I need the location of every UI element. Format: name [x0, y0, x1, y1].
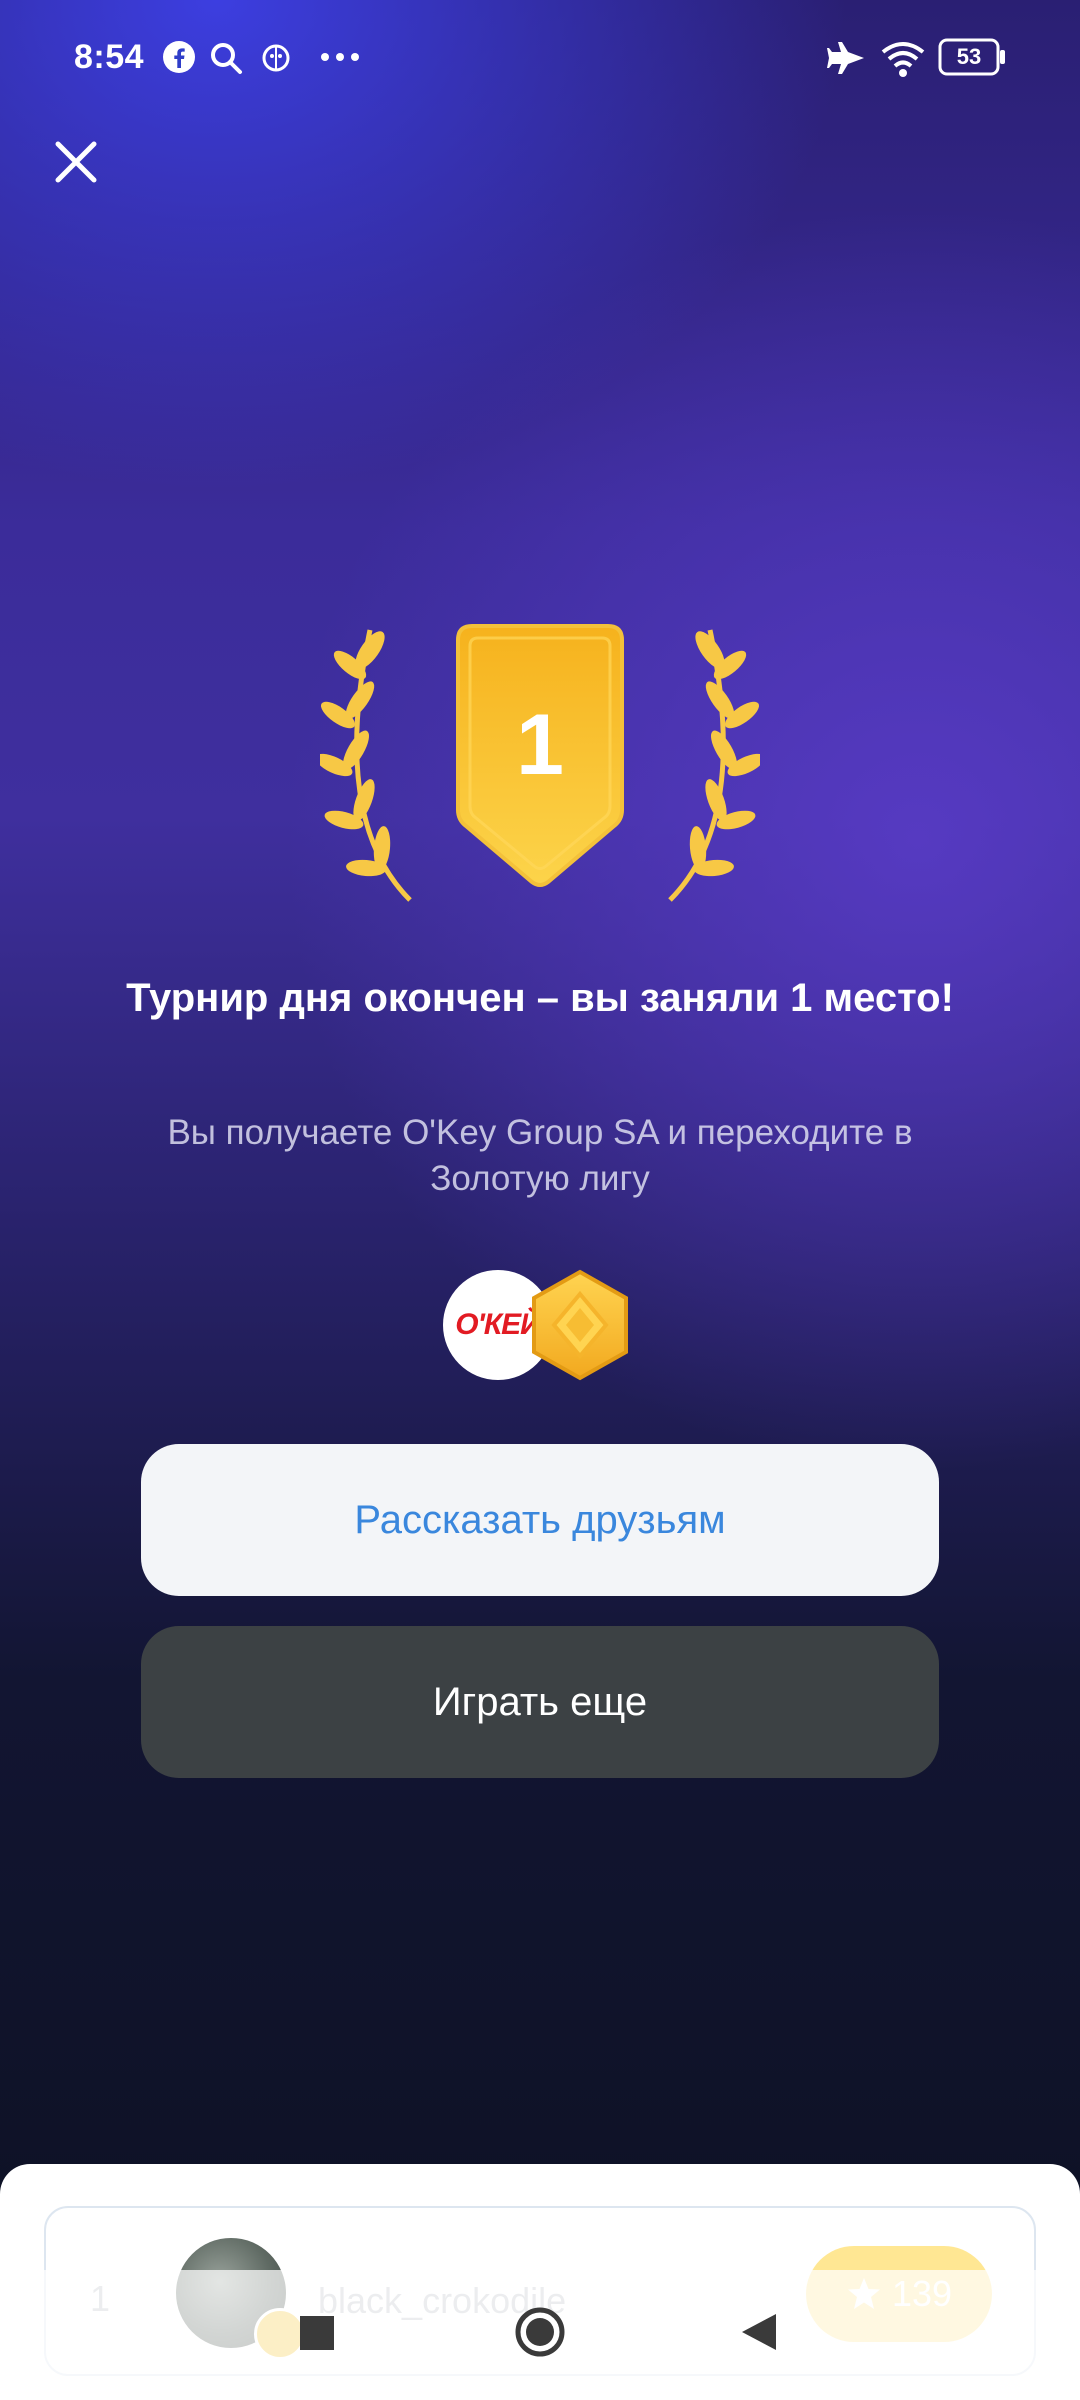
share-button[interactable]: Рассказать друзьям [141, 1444, 939, 1596]
home-button[interactable] [514, 2306, 566, 2358]
bug-icon [258, 40, 294, 76]
result-subtitle: Вы получаете O'Key Group SA и переходите… [167, 1113, 913, 1198]
gold-league-icon [528, 1268, 632, 1382]
search-icon [208, 40, 244, 76]
close-icon[interactable] [44, 130, 108, 194]
system-nav-bar [0, 2270, 1080, 2400]
battery-level: 53 [956, 44, 982, 69]
status-bar: 8:54 53 [0, 0, 1080, 120]
play-again-button[interactable]: Играть еще [141, 1626, 939, 1778]
close-button[interactable] [44, 130, 108, 194]
circle-icon[interactable] [514, 2306, 566, 2358]
place-trophy: 1 [320, 620, 760, 910]
back-button[interactable] [740, 2312, 778, 2352]
reward-badges: О'КЕЙ [443, 1268, 633, 1383]
back-triangle-icon[interactable] [740, 2312, 778, 2352]
airplane-icon [826, 40, 866, 76]
more-dots-icon [320, 52, 360, 62]
battery-icon: 53 [938, 38, 1006, 76]
wifi-icon [880, 40, 926, 78]
square-icon[interactable] [298, 2314, 336, 2352]
status-time: 8:54 [74, 38, 145, 76]
result-title: Турнир дня окончен – вы заняли 1 место! [126, 976, 954, 1020]
facebook-icon [162, 40, 196, 74]
place-number: 1 [516, 696, 564, 793]
recents-button[interactable] [298, 2314, 336, 2352]
